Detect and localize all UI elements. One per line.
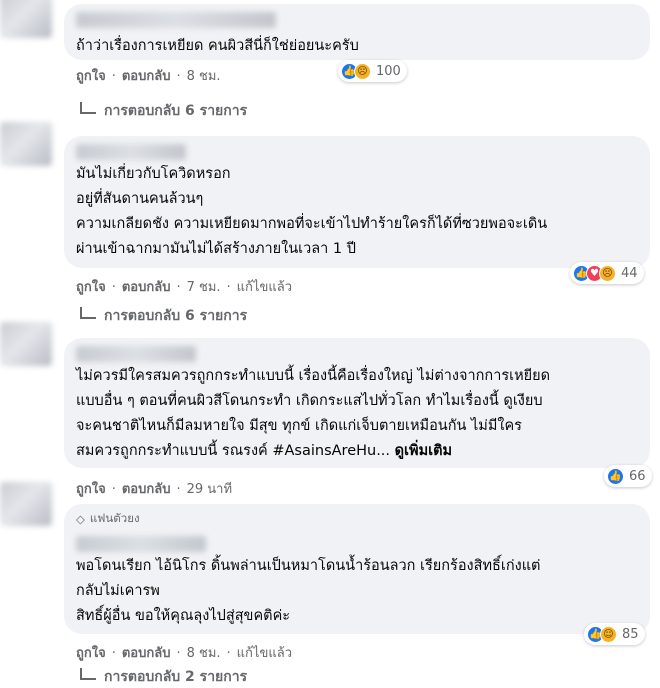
comment-text: ถ้าว่าเรื่องการเหยียด คนผิวสีนี่ก็ใช่ย่อ… [76,38,359,54]
separator: · [176,646,181,661]
commenter-name-blurred[interactable] [76,536,206,552]
reaction-count: 85 [622,626,639,642]
reaction-summary[interactable]: 👍 ☺ 85 [584,623,645,645]
view-replies-label: การตอบกลับ 6 รายการ [104,308,248,324]
sad-icon: ☹ [599,264,616,282]
comment-text: พอโดนเรียก ไอ้นิโกร ดิ้นพล่านเป็นหมาโดนน… [76,558,541,574]
reaction-count: 100 [376,63,401,79]
commenter-name-blurred[interactable] [76,346,196,362]
comment-text-truncated: สมควรถูกกระทำแบบนี้ รณรงค์ #AsainsAreHu.… [76,443,391,459]
reaction-count: 66 [629,468,646,484]
timestamp[interactable]: 8 ชม. [187,646,221,661]
comment-actions: ถูกใจ · ตอบกลับ · 29 นาที [76,478,232,499]
separator: · [176,69,181,84]
avatar[interactable] [0,0,52,38]
view-replies-link[interactable]: การตอบกลับ 6 รายการ [80,100,247,122]
like-icon: 👍 [607,467,624,485]
comment-text: กลับไม่เคารพ [76,583,160,599]
comment-text: สมควรถูกกระทำแบบนี้ รณรงค์ #AsainsAreHu.… [76,439,638,464]
edited-label: แก้ไขแล้ว [236,646,292,661]
separator: · [226,646,231,661]
comment-text: ไม่ควรมีใครสมควรถูกกระทำแบบนี้ เรื่องนี้… [76,368,551,384]
like-button[interactable]: ถูกใจ [76,69,106,84]
reply-arrow-icon [80,668,96,680]
like-button[interactable]: ถูกใจ [76,646,106,661]
separator: · [111,482,116,497]
reaction-summary[interactable]: 👍 ♥ ☹ 44 [570,262,644,284]
comment-text: ความเกลียดชัง ความเหยียดมากพอที่จะเข้าไป… [76,216,548,232]
comment-bubble: ◇ แฟนตัวยง พอโดนเรียก ไอ้นิโกร ดิ้นพล่าน… [64,504,650,634]
like-button[interactable]: ถูกใจ [76,482,106,497]
see-more-link[interactable]: ดูเพิ่มเติม [395,443,452,459]
commenter-name-blurred[interactable] [76,12,276,28]
reply-button[interactable]: ตอบกลับ [122,482,171,497]
view-replies-link[interactable]: การตอบกลับ 6 รายการ [80,305,247,327]
timestamp[interactable]: 7 ชม. [187,280,221,295]
edited-label: แก้ไขแล้ว [236,280,292,295]
reply-arrow-icon [80,307,96,319]
view-replies-label: การตอบกลับ 6 รายการ [104,103,248,119]
comment-actions: ถูกใจ · ตอบกลับ · 8 ชม. [76,65,221,86]
comment-text: แบบอื่น ๆ ตอนที่คนผิวสีโดนกระทำ เกิดกระแ… [76,393,543,409]
top-fan-badge: ◇ แฟนตัวยง [76,510,638,528]
reply-arrow-icon [80,102,96,114]
comment-actions: ถูกใจ · ตอบกลับ · 8 ชม. · แก้ไขแล้ว [76,642,292,663]
avatar[interactable] [0,122,52,166]
sad-icon: ☹ [354,62,371,80]
separator: · [176,482,181,497]
reply-button[interactable]: ตอบกลับ [122,646,171,661]
badge-label: แฟนตัวยง [89,511,140,525]
reply-button[interactable]: ตอบกลับ [122,280,171,295]
comment-text: ผ่านเข้าฉากมามันไม่ได้สร้างภายในเวลา 1 ป… [76,241,356,257]
separator: · [111,280,116,295]
comment-text: จะคนชาติไหนก็มีลมหายใจ มีสุข ทุกข์ เกิดแ… [76,418,522,434]
like-button[interactable]: ถูกใจ [76,280,106,295]
comment-text: อยู่ที่สันดานคนล้วนๆ [76,191,204,207]
timestamp[interactable]: 29 นาที [187,482,232,497]
comment-text: สิทธิ์ผู้อื่น ขอให้คุณลุงไปสู่สุขคติค่ะ [76,608,291,624]
haha-icon: ☺ [600,625,617,643]
avatar[interactable] [0,322,52,366]
comment-actions: ถูกใจ · ตอบกลับ · 7 ชม. · แก้ไขแล้ว [76,276,292,297]
avatar[interactable] [0,482,52,526]
reply-button[interactable]: ตอบกลับ [122,69,171,84]
separator: · [111,69,116,84]
view-replies-label: การตอบกลับ 2 รายการ [104,669,248,685]
comment-bubble: ถ้าว่าเรื่องการเหยียด คนผิวสีนี่ก็ใช่ย่อ… [64,4,650,60]
reaction-summary[interactable]: 👍 ☹ 100 [338,60,407,82]
separator: · [226,280,231,295]
comment-text: มันไม่เกี่ยวกับโควิดหรอก [76,166,231,182]
diamond-icon: ◇ [76,512,85,526]
reaction-count: 44 [621,265,638,281]
commenter-name-blurred[interactable] [76,144,186,160]
timestamp[interactable]: 8 ชม. [187,69,221,84]
separator: · [176,280,181,295]
view-replies-link[interactable]: การตอบกลับ 2 รายการ [80,666,247,688]
comment-bubble: มันไม่เกี่ยวกับโควิดหรอก อยู่ที่สันดานคน… [64,136,650,268]
comment-bubble: ไม่ควรมีใครสมควรถูกกระทำแบบนี้ เรื่องนี้… [64,338,650,468]
separator: · [111,646,116,661]
reaction-summary[interactable]: 👍 66 [604,465,652,487]
